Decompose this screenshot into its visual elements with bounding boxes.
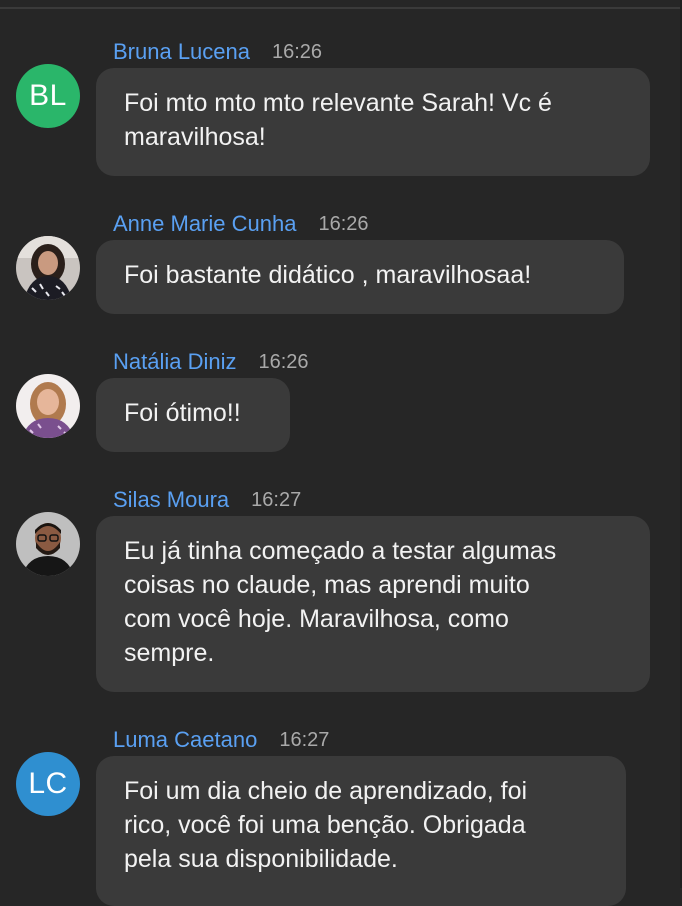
message-timestamp: 16:27: [251, 488, 302, 511]
user-photo-icon[interactable]: [16, 512, 80, 576]
message-text-line: sempre.: [124, 639, 215, 667]
avatar-initials-text: BL: [29, 79, 67, 112]
message-text-line: Foi ótimo!!: [124, 399, 241, 427]
avatar-initials[interactable]: BL: [16, 64, 80, 128]
message-text-line: Eu já tinha começado a testar algumas: [124, 537, 557, 565]
message-bubble[interactable]: Foi um dia cheio de aprendizado, foi ric…: [96, 756, 626, 906]
message-timestamp: 16:26: [272, 40, 323, 63]
message-timestamp: 16:26: [258, 350, 309, 373]
message-bubble[interactable]: Foi mto mto mto relevante Sarah! Vc é ma…: [96, 68, 650, 176]
message-bubble[interactable]: Foi ótimo!!: [96, 378, 290, 452]
message-header: Silas Moura 16:27: [113, 486, 301, 514]
sender-name[interactable]: Silas Moura: [113, 487, 229, 513]
message-text-line: rico, você foi uma benção. Obrigada: [124, 811, 526, 839]
message-text-line: maravilhosa!: [124, 123, 266, 151]
sender-name[interactable]: Anne Marie Cunha: [113, 211, 296, 237]
message-header: Natália Diniz 16:26: [113, 348, 309, 376]
message-bubble[interactable]: Eu já tinha começado a testar algumas co…: [96, 516, 650, 692]
message-text-line: Foi um dia cheio de aprendizado, foi: [124, 777, 528, 805]
user-photo-woman-dark-hair-icon: [16, 236, 80, 300]
user-photo-icon[interactable]: [16, 374, 80, 438]
message-header: Bruna Lucena 16:26: [113, 38, 322, 66]
header-divider: [0, 0, 682, 9]
message-text-line: Foi bastante didático , maravilhosaa!: [124, 261, 532, 289]
avatar-initials-text: LC: [28, 767, 68, 800]
user-photo-man-glasses-icon: [16, 512, 80, 576]
message-text-line: Foi mto mto mto relevante Sarah! Vc é: [124, 89, 552, 117]
message-timestamp: 16:26: [318, 212, 369, 235]
message-text-line: com você hoje. Maravilhosa, como: [124, 605, 509, 633]
message-text-line: pela sua disponibilidade.: [124, 845, 398, 873]
sender-name[interactable]: Bruna Lucena: [113, 39, 250, 65]
user-photo-woman-light-hair-icon: [16, 374, 80, 438]
sender-name[interactable]: Luma Caetano: [113, 727, 257, 753]
user-photo-icon[interactable]: [16, 236, 80, 300]
sender-name[interactable]: Natália Diniz: [113, 349, 237, 375]
message-text-line: coisas no claude, mas aprendi muito: [124, 571, 530, 599]
avatar-initials[interactable]: LC: [16, 752, 80, 816]
message-header: Anne Marie Cunha 16:26: [113, 210, 369, 238]
message-header: Luma Caetano 16:27: [113, 726, 329, 754]
message-timestamp: 16:27: [279, 728, 330, 751]
message-bubble[interactable]: Foi bastante didático , maravilhosaa!: [96, 240, 624, 314]
